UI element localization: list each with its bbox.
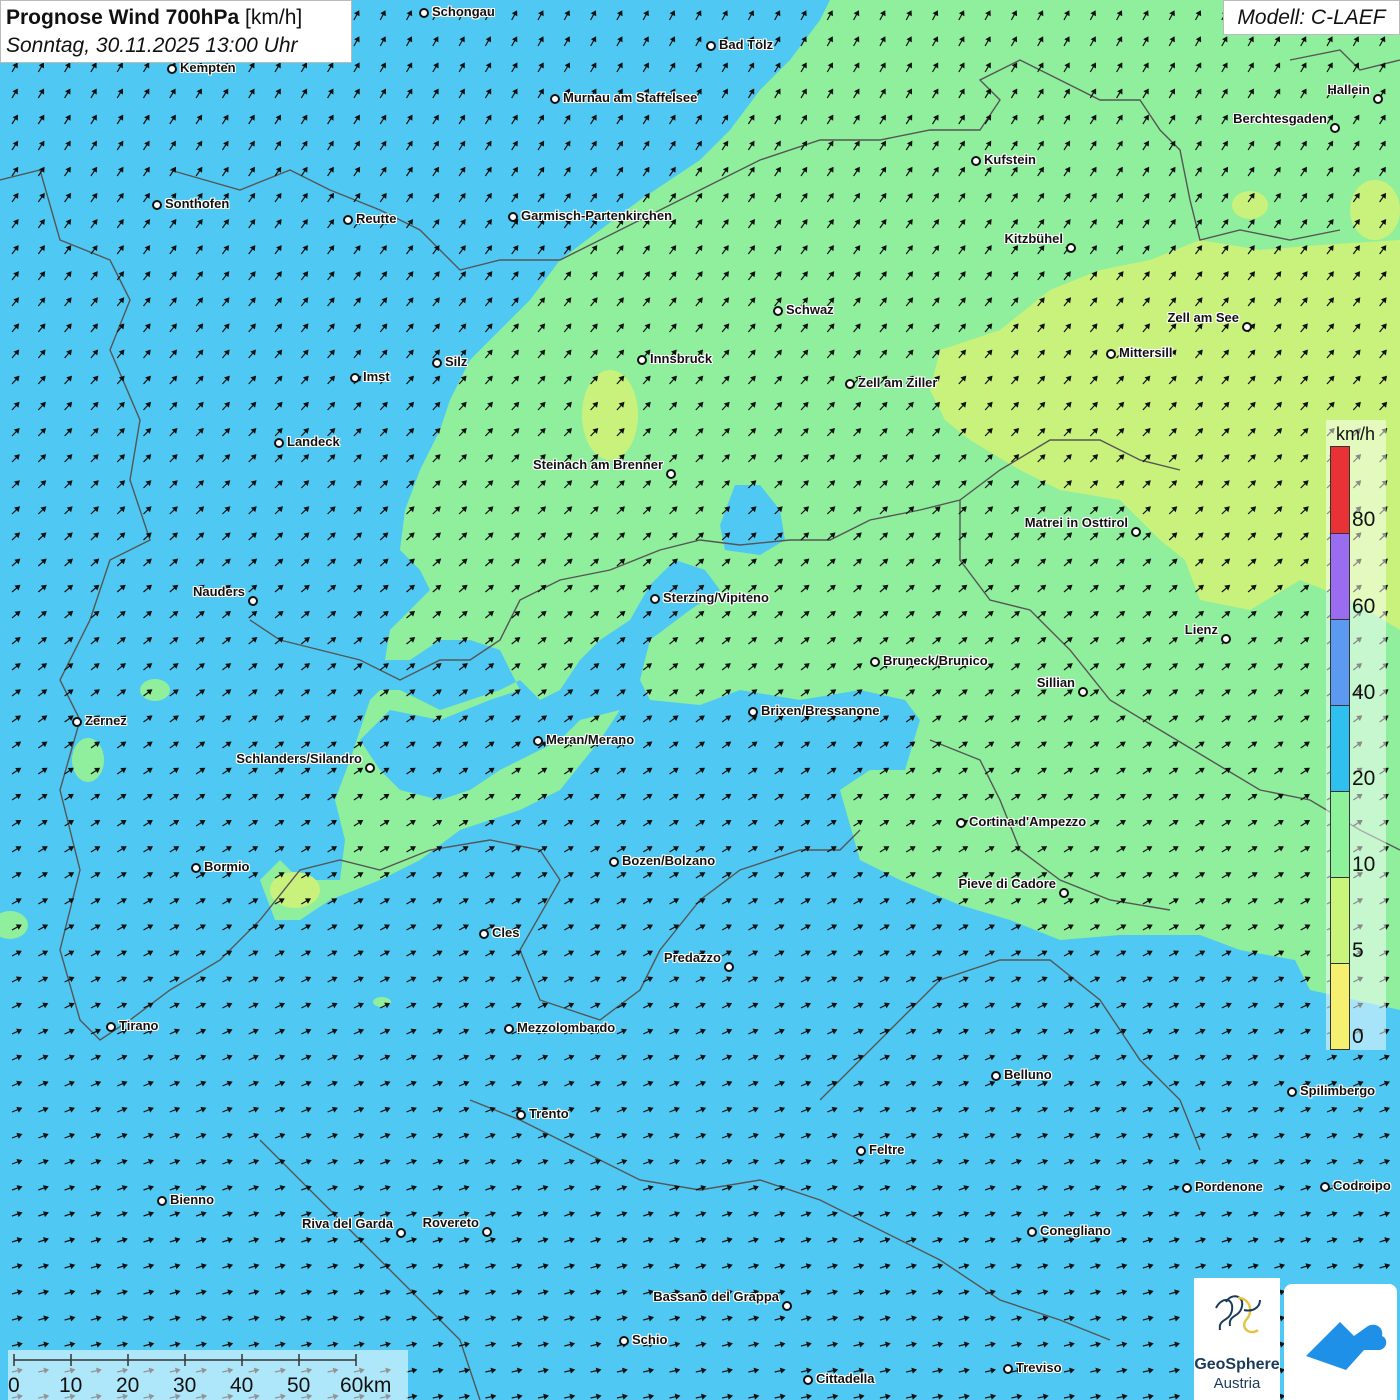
- wind-field-patch: [140, 679, 170, 701]
- wind-field-light: [1350, 180, 1400, 240]
- wind-field-patch: [72, 738, 104, 782]
- map-stage: Schongau Bad Tölz Kempten Murnau am Staffel…: [0, 0, 1400, 1400]
